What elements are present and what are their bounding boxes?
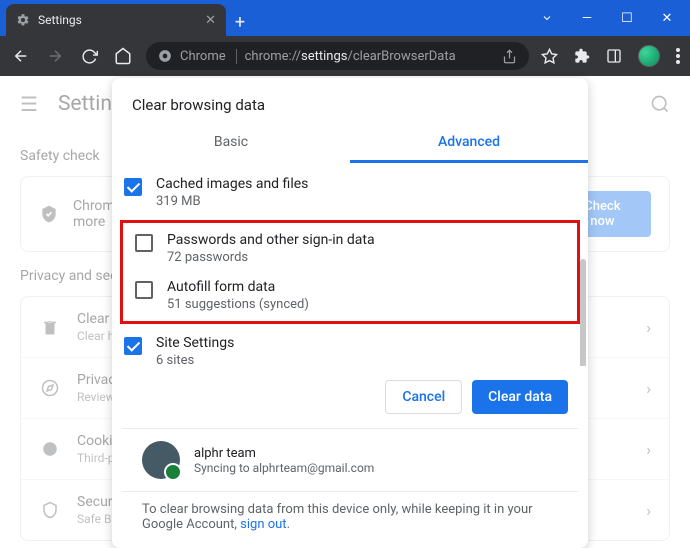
star-icon[interactable] <box>541 48 558 65</box>
account-email: Syncing to alphrteam@gmail.com <box>194 461 374 475</box>
checkbox[interactable] <box>135 281 153 299</box>
close-window-icon[interactable]: ✕ <box>658 11 676 26</box>
chevron-down-icon[interactable] <box>538 12 556 24</box>
reload-icon[interactable] <box>78 45 100 67</box>
titlebar: Settings ✕ + — ☐ ✕ <box>0 0 690 36</box>
account-row: alphr team Syncing to alphrteam@gmail.co… <box>122 428 578 491</box>
forward-icon <box>44 45 66 67</box>
menu-dots-icon[interactable] <box>676 48 680 64</box>
home-icon[interactable] <box>112 45 134 67</box>
checkbox[interactable] <box>124 337 142 355</box>
back-icon[interactable] <box>10 45 32 67</box>
gear-icon <box>16 13 30 27</box>
account-avatar <box>142 441 180 479</box>
dialog-footnote: To clear browsing data from this device … <box>122 491 578 548</box>
checkbox[interactable] <box>135 234 153 252</box>
highlight-box: Passwords and other sign-in data72 passw… <box>120 220 580 324</box>
address-chip: Chrome <box>180 49 237 64</box>
dialog-buttons: Cancel Clear data <box>112 366 588 428</box>
sign-out-link[interactable]: sign out <box>240 517 286 532</box>
maximize-icon[interactable]: ☐ <box>618 11 636 26</box>
tab-advanced[interactable]: Advanced <box>350 124 588 163</box>
close-tab-icon[interactable]: ✕ <box>205 13 216 28</box>
option-autofill[interactable]: Autofill form data51 suggestions (synced… <box>123 272 577 319</box>
options-scroll: Cached images and files319 MB Passwords … <box>112 163 588 366</box>
option-cached[interactable]: Cached images and files319 MB <box>112 169 588 216</box>
browser-tab[interactable]: Settings ✕ <box>6 4 226 36</box>
clear-data-dialog: Clear browsing data Basic Advanced Cache… <box>112 78 588 548</box>
option-passwords[interactable]: Passwords and other sign-in data72 passw… <box>123 225 577 272</box>
clear-data-button[interactable]: Clear data <box>472 380 568 414</box>
new-tab-button[interactable]: + <box>226 8 254 36</box>
dialog-tabs: Basic Advanced <box>112 124 588 163</box>
profile-avatar[interactable] <box>638 45 660 67</box>
window-controls: — ☐ ✕ <box>538 0 690 36</box>
dialog-title: Clear browsing data <box>112 78 588 124</box>
address-bar[interactable]: Chrome chrome://settings/clearBrowserDat… <box>146 42 529 70</box>
minimize-icon[interactable]: — <box>578 11 596 26</box>
browser-toolbar: Chrome chrome://settings/clearBrowserDat… <box>0 36 690 76</box>
option-site-settings[interactable]: Site Settings6 sites <box>112 328 588 366</box>
tab-basic[interactable]: Basic <box>112 124 350 163</box>
address-text: chrome://settings/clearBrowserData <box>245 49 456 64</box>
checkbox[interactable] <box>124 178 142 196</box>
chrome-logo-icon <box>158 49 172 63</box>
extensions-icon[interactable] <box>574 48 590 64</box>
cancel-button[interactable]: Cancel <box>385 380 462 414</box>
tab-title: Settings <box>38 13 197 27</box>
share-icon[interactable] <box>502 49 517 64</box>
scrollbar[interactable] <box>580 259 586 366</box>
side-panel-icon[interactable] <box>606 48 622 64</box>
account-name: alphr team <box>194 446 374 461</box>
